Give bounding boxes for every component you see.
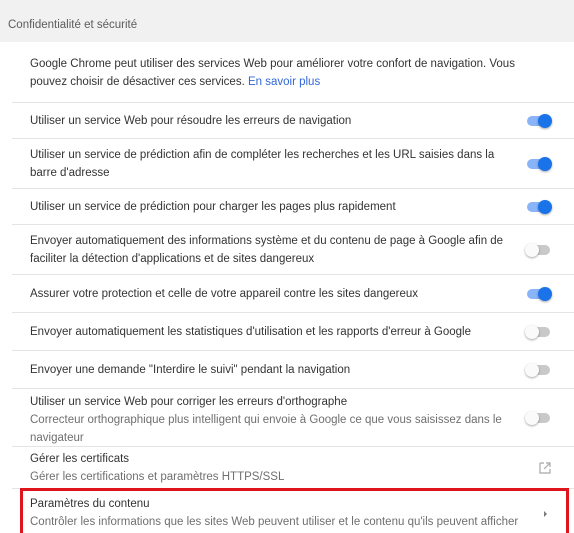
- settings-page: Confidentialité et sécurité Google Chrom…: [0, 0, 574, 533]
- setting-row-spell-check[interactable]: Utiliser un service Web pour corriger le…: [12, 389, 574, 447]
- certificates-label: Gérer les certificats: [30, 453, 130, 465]
- setting-label: Utiliser un service de prédiction pour c…: [30, 201, 396, 213]
- toggle-knob: [538, 157, 552, 171]
- toggle-knob: [525, 363, 539, 377]
- open-in-new-icon[interactable]: [539, 462, 551, 474]
- toggle-knob: [525, 243, 539, 257]
- do-not-track-toggle[interactable]: [525, 363, 553, 377]
- section-title: Confidentialité et sécurité: [8, 19, 138, 31]
- setting-row-search-prediction[interactable]: Utiliser un service de prédiction afin d…: [12, 139, 574, 189]
- toggle-knob: [538, 287, 552, 301]
- setting-row-usage-stats[interactable]: Envoyer automatiquement les statistiques…: [12, 313, 574, 351]
- certificates-text-block: Gérer les certificats Gérer les certific…: [30, 450, 508, 486]
- setting-text-block: Utiliser un service Web pour corriger le…: [30, 393, 508, 447]
- setting-label: Assurer votre protection et celle de vot…: [30, 288, 419, 300]
- setting-label: Envoyer une demande "Interdire le suivi"…: [30, 364, 351, 376]
- chevron-right-icon[interactable]: [542, 509, 550, 519]
- setting-row-safe-browsing[interactable]: Assurer votre protection et celle de vot…: [12, 275, 574, 313]
- spell-check-toggle[interactable]: [525, 411, 553, 425]
- page-preload-toggle[interactable]: [525, 200, 553, 214]
- content-settings-text-block: Paramètres du contenu Contrôler les info…: [30, 495, 555, 531]
- setting-row-page-preload[interactable]: Utiliser un service de prédiction pour c…: [12, 189, 574, 225]
- navigation-errors-toggle[interactable]: [525, 114, 553, 128]
- section-header: Confidentialité et sécurité: [0, 0, 574, 42]
- toggle-knob: [538, 114, 552, 128]
- manage-certificates-row[interactable]: Gérer les certificats Gérer les certific…: [12, 447, 574, 489]
- setting-label: Envoyer automatiquement les statistiques…: [30, 326, 471, 338]
- search-prediction-toggle[interactable]: [525, 157, 553, 171]
- privacy-card: Google Chrome peut utiliser des services…: [12, 43, 574, 533]
- setting-label: Utiliser un service Web pour corriger le…: [30, 396, 348, 408]
- intro-text: Google Chrome peut utiliser des services…: [30, 55, 555, 91]
- setting-row-navigation-errors[interactable]: Utiliser un service Web pour résoudre le…: [12, 103, 574, 139]
- setting-row-do-not-track[interactable]: Envoyer une demande "Interdire le suivi"…: [12, 351, 574, 389]
- toggle-knob: [525, 325, 539, 339]
- learn-more-link[interactable]: En savoir plus: [248, 76, 320, 88]
- setting-label: Utiliser un service de prédiction afin d…: [30, 149, 495, 179]
- setting-label: Envoyer automatiquement des informations…: [30, 235, 504, 265]
- toggle-knob: [525, 411, 539, 425]
- system-info-toggle[interactable]: [525, 243, 553, 257]
- usage-stats-toggle[interactable]: [525, 325, 553, 339]
- content-settings-label: Paramètres du contenu: [30, 498, 150, 510]
- safe-browsing-toggle[interactable]: [525, 287, 553, 301]
- setting-label: Utiliser un service Web pour résoudre le…: [30, 115, 352, 127]
- certificates-sublabel: Gérer les certifications et paramètres H…: [30, 471, 285, 483]
- setting-row-system-info[interactable]: Envoyer automatiquement des informations…: [12, 225, 574, 275]
- content-settings-sublabel: Contrôler les informations que les sites…: [30, 516, 519, 528]
- intro-row: Google Chrome peut utiliser des services…: [12, 43, 574, 103]
- toggle-knob: [538, 200, 552, 214]
- setting-sublabel: Correcteur orthographique plus intellige…: [30, 414, 502, 444]
- content-settings-row[interactable]: Paramètres du contenu Contrôler les info…: [12, 489, 574, 533]
